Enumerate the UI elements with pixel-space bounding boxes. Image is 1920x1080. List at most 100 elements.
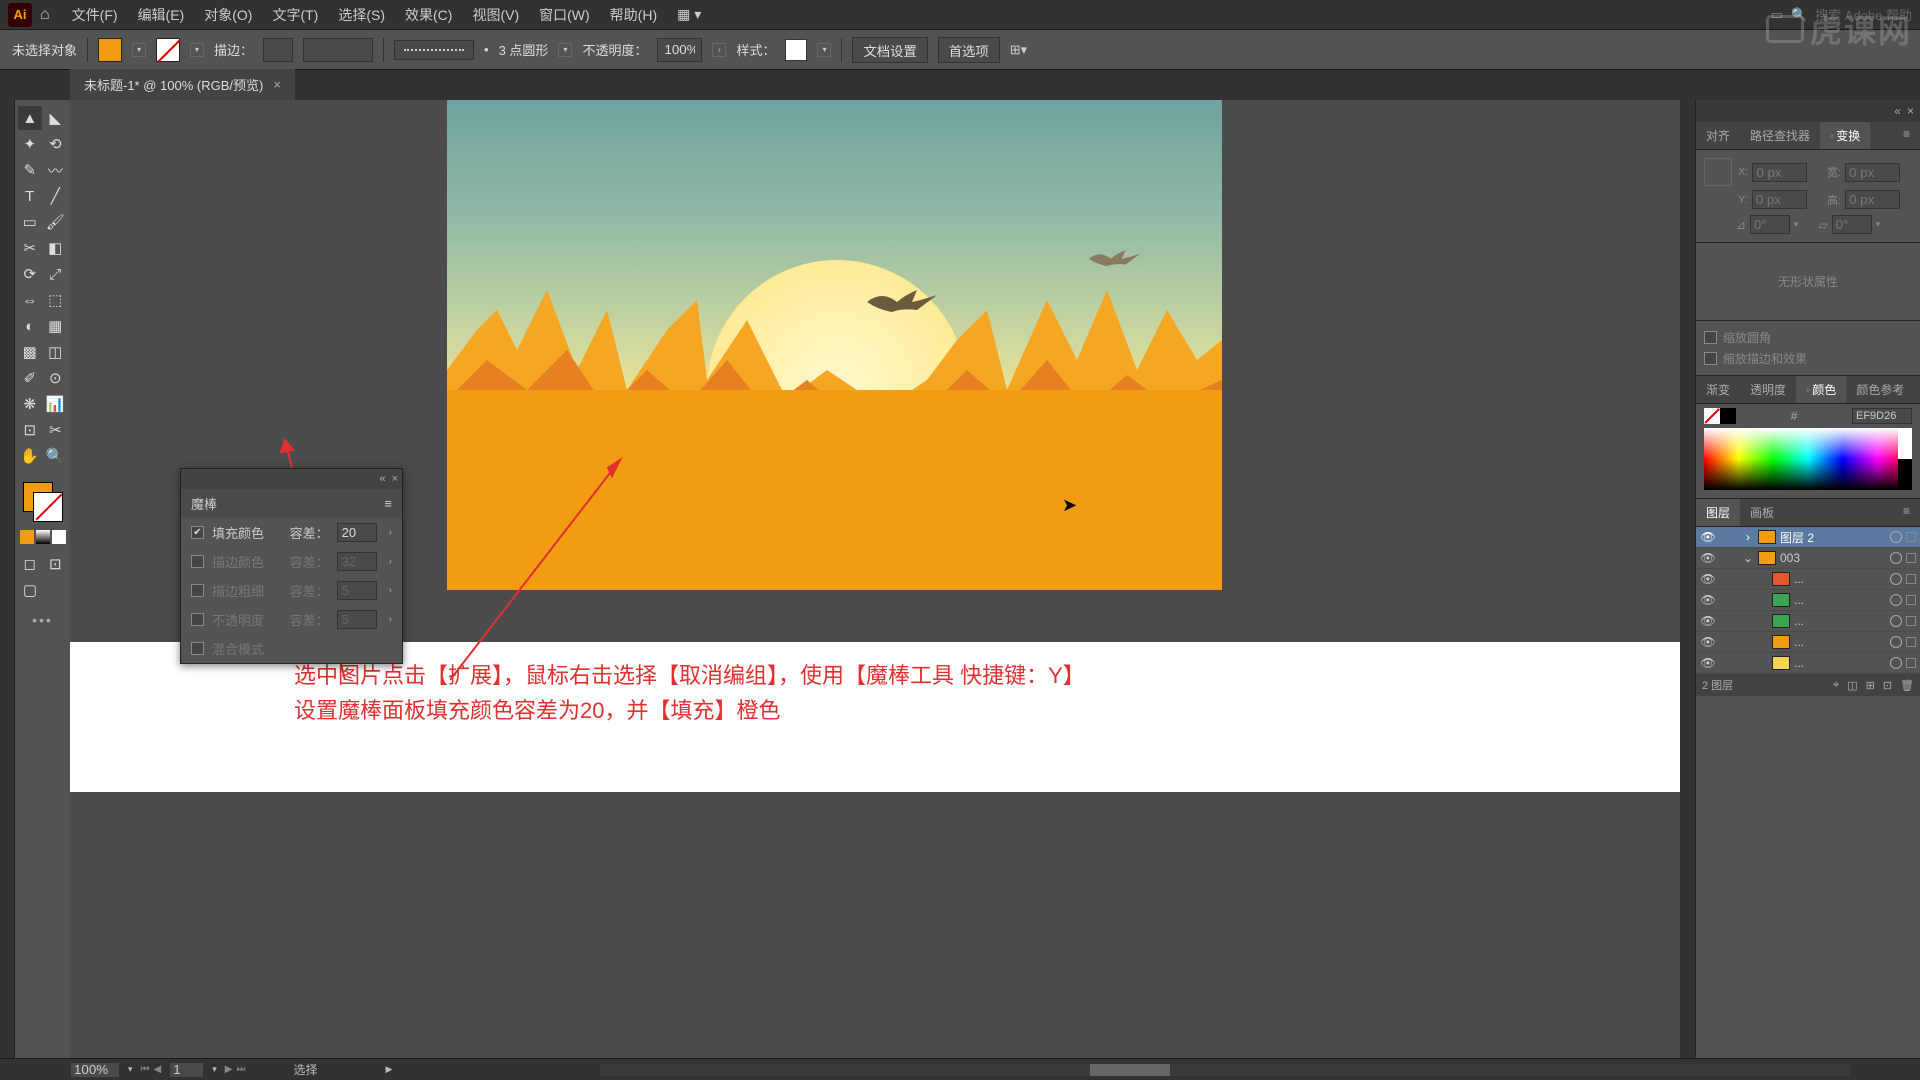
- prev-artboard-icon[interactable]: ◀: [154, 1064, 162, 1075]
- magic-wand-tool[interactable]: ✦: [18, 132, 42, 156]
- visibility-icon[interactable]: 👁: [1700, 551, 1716, 565]
- tab-color[interactable]: ◦颜色: [1796, 376, 1846, 403]
- clip-mask-icon[interactable]: ◫: [1847, 679, 1857, 692]
- stroke-color-checkbox[interactable]: [191, 555, 204, 568]
- fill-stroke-swatch[interactable]: [23, 482, 63, 522]
- menu-view[interactable]: 视图(V): [462, 5, 529, 25]
- canvas-area[interactable]: ➤ 选中图片点击【扩展】，鼠标右击选择【取消编组】，使用【魔棒工具 快捷键：Y】…: [70, 100, 1680, 1058]
- workspace-switcher-icon[interactable]: ▭: [1771, 7, 1783, 23]
- artboard-dropdown[interactable]: ▾: [212, 1064, 217, 1075]
- symbol-sprayer-tool[interactable]: ❋: [18, 392, 42, 416]
- stroke-swatch[interactable]: [156, 38, 180, 62]
- curvature-tool[interactable]: 〰: [44, 158, 68, 182]
- close-icon[interactable]: ×: [1907, 104, 1914, 118]
- first-artboard-icon[interactable]: ⏮: [141, 1064, 150, 1075]
- align-icon[interactable]: ⊞▾: [1010, 42, 1027, 58]
- target-icon[interactable]: [1890, 531, 1902, 543]
- layer-name[interactable]: 003: [1780, 551, 1886, 565]
- layer-name[interactable]: ...: [1794, 635, 1886, 649]
- width-tool[interactable]: ⇔: [18, 288, 42, 312]
- layer-row[interactable]: 👁...: [1696, 569, 1920, 590]
- visibility-icon[interactable]: 👁: [1700, 656, 1716, 670]
- color-none-swatch[interactable]: [1704, 408, 1720, 424]
- blend-mode-checkbox[interactable]: [191, 642, 204, 655]
- fill-dropdown[interactable]: ▾: [132, 43, 146, 57]
- opacity-input[interactable]: [657, 38, 702, 62]
- fill-color-checkbox[interactable]: [191, 526, 204, 539]
- selection-indicator[interactable]: [1906, 553, 1916, 563]
- color-mode-none[interactable]: [52, 530, 66, 544]
- search-icon[interactable]: 🔍: [1791, 7, 1807, 23]
- selection-indicator[interactable]: [1906, 532, 1916, 542]
- color-spectrum[interactable]: [1704, 428, 1912, 490]
- layer-row[interactable]: 👁 › 图层 2: [1696, 527, 1920, 548]
- close-icon[interactable]: ×: [273, 77, 281, 92]
- draw-mode-icon[interactable]: ◻: [18, 552, 42, 576]
- line-tool[interactable]: ╱: [44, 184, 68, 208]
- scale-tool[interactable]: ⤢: [44, 262, 68, 286]
- eyedropper-tool[interactable]: ✐: [18, 366, 42, 390]
- color-mode-gradient[interactable]: [36, 530, 50, 544]
- scale-corners-checkbox[interactable]: [1704, 331, 1717, 344]
- selection-tool[interactable]: ▲: [18, 106, 42, 130]
- document-setup-button[interactable]: 文档设置: [852, 37, 927, 63]
- shear-input[interactable]: [1832, 215, 1872, 234]
- w-input[interactable]: [1845, 163, 1900, 182]
- panel-menu-icon[interactable]: ≡: [1893, 499, 1920, 526]
- visibility-icon[interactable]: 👁: [1700, 614, 1716, 628]
- hex-input[interactable]: [1852, 408, 1912, 424]
- target-icon[interactable]: [1890, 594, 1902, 606]
- eraser-tool[interactable]: ◧: [44, 236, 68, 260]
- layer-row[interactable]: 👁...: [1696, 653, 1920, 674]
- tab-align[interactable]: 对齐: [1696, 122, 1740, 149]
- visibility-icon[interactable]: 👁: [1700, 593, 1716, 607]
- rectangle-tool[interactable]: ▭: [18, 210, 42, 234]
- menu-select[interactable]: 选择(S): [328, 5, 395, 25]
- screen-mode-icon[interactable]: ⊡: [44, 552, 68, 576]
- magic-wand-panel[interactable]: « × 魔棒 ≡ 填充颜色 容差： 20 › 描边颜色 容差： 32 ›: [180, 468, 403, 664]
- style-dropdown[interactable]: ▾: [817, 43, 831, 57]
- layer-name[interactable]: ...: [1794, 572, 1886, 586]
- tab-artboards[interactable]: 画板: [1740, 499, 1784, 526]
- visibility-icon[interactable]: 👁: [1700, 635, 1716, 649]
- visibility-icon[interactable]: 👁: [1700, 572, 1716, 586]
- pen-tool[interactable]: ✎: [18, 158, 42, 182]
- scale-stroke-checkbox[interactable]: [1704, 352, 1717, 365]
- stroke-color-large[interactable]: [33, 492, 63, 522]
- edit-toolbar[interactable]: •••: [18, 612, 67, 628]
- disclosure-icon[interactable]: ⌄: [1742, 551, 1754, 565]
- artboard-number-input[interactable]: [169, 1062, 204, 1078]
- direct-selection-tool[interactable]: ◣: [44, 106, 68, 130]
- collapse-icon[interactable]: «: [379, 473, 385, 485]
- visibility-icon[interactable]: 👁: [1700, 530, 1716, 544]
- target-icon[interactable]: [1890, 657, 1902, 669]
- selection-indicator[interactable]: [1906, 616, 1916, 626]
- menu-edit[interactable]: 编辑(E): [128, 5, 195, 25]
- free-transform-tool[interactable]: ⬚: [44, 288, 68, 312]
- tab-pathfinder[interactable]: 路径查找器: [1740, 122, 1820, 149]
- fill-tolerance-input[interactable]: 20: [337, 523, 377, 542]
- horizontal-scrollbar[interactable]: [600, 1064, 1850, 1076]
- collapse-icon[interactable]: «: [1894, 104, 1901, 118]
- panel-menu-icon[interactable]: ≡: [384, 496, 392, 511]
- status-disclosure-icon[interactable]: ▶: [385, 1064, 392, 1075]
- x-input[interactable]: [1752, 163, 1807, 182]
- graph-tool[interactable]: 📊: [44, 392, 68, 416]
- document-tab[interactable]: 未标题-1* @ 100% (RGB/预览) ×: [70, 68, 295, 100]
- search-field[interactable]: 搜索 Adobe 帮助: [1815, 5, 1912, 24]
- disclosure-icon[interactable]: ›: [1742, 530, 1754, 544]
- panel-close-icon[interactable]: ×: [392, 473, 398, 485]
- tab-transform[interactable]: ◦变换: [1820, 122, 1870, 149]
- next-artboard-icon[interactable]: ▶: [225, 1064, 233, 1075]
- layer-name[interactable]: 图层 2: [1780, 529, 1886, 546]
- h-input[interactable]: [1845, 190, 1900, 209]
- menu-effect[interactable]: 效果(C): [395, 5, 462, 25]
- target-icon[interactable]: [1890, 552, 1902, 564]
- reference-point[interactable]: [1704, 158, 1732, 186]
- layer-row[interactable]: 👁...: [1696, 590, 1920, 611]
- shape-builder-tool[interactable]: ◐: [18, 314, 42, 338]
- delete-layer-icon[interactable]: 🗑: [1900, 679, 1914, 692]
- rotate-input[interactable]: [1750, 215, 1790, 234]
- target-icon[interactable]: [1890, 615, 1902, 627]
- artboard-tool[interactable]: ⊡: [18, 418, 42, 442]
